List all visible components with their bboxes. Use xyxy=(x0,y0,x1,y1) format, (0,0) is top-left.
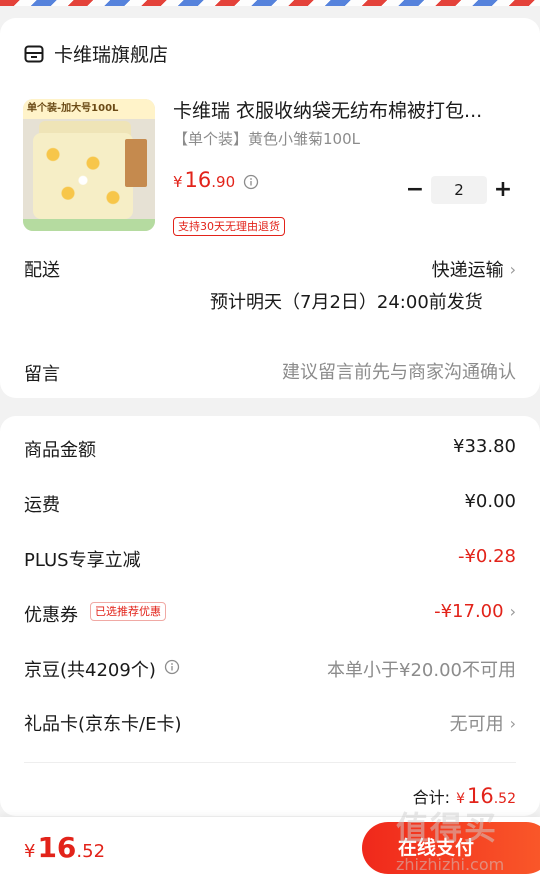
delivery-method[interactable]: 快递运输 › xyxy=(432,256,516,282)
product-image-bag xyxy=(33,133,133,219)
coupon-value: -¥17.00 xyxy=(434,601,504,622)
shipping-label: 运费 xyxy=(24,495,60,516)
delivery-method-text: 快递运输 xyxy=(431,260,504,281)
order-item-card: 卡维瑞旗舰店 单个装-加大号100L 卡维瑞 衣服收纳袋无纺布棉被打包... 【… xyxy=(0,18,540,398)
chevron-right-icon: › xyxy=(509,259,516,279)
increase-quantity-button[interactable]: + xyxy=(490,177,516,203)
price-summary-card: 商品金额 ¥33.80 运费 ¥0.00 PLUS专享立减 -¥0.28 优惠券… xyxy=(0,416,540,816)
coupon-selected-tag: 已选推荐优惠 xyxy=(90,602,166,621)
store-header[interactable]: 卡维瑞旗舰店 xyxy=(24,40,168,67)
goods-amount-label: 商品金额 xyxy=(24,440,96,461)
delivery-estimate: 预计明天（7月2日）24:00前发货 xyxy=(210,292,483,313)
chevron-right-icon: › xyxy=(509,713,516,733)
plus-discount-value: -¥0.28 xyxy=(457,546,516,567)
plus-discount-label: PLUS专享立减 xyxy=(24,550,141,571)
product-price: ¥ 16 .90 xyxy=(173,168,235,192)
product-variant[interactable]: 【单个装】黄色小雏菊100L xyxy=(173,128,360,149)
summary-divider xyxy=(24,762,516,763)
message-input[interactable]: 建议留言前先与商家沟通确认 xyxy=(282,358,516,384)
product-image-cabinet xyxy=(125,139,147,187)
price-currency: ¥ xyxy=(173,173,183,191)
message-label: 留言 xyxy=(24,364,60,385)
coupon-label: 优惠券 xyxy=(24,605,78,626)
giftcard-value: 无可用 xyxy=(449,714,504,735)
checkout-decimal: .52 xyxy=(76,841,106,862)
quantity-input[interactable]: 2 xyxy=(431,176,487,204)
return-policy-badge: 支持30天无理由退货 xyxy=(173,217,285,236)
jingdou-label: 京豆(共4209个) xyxy=(24,660,156,681)
product-image[interactable]: 单个装-加大号100L xyxy=(23,99,155,231)
giftcard-label: 礼品卡(京东卡/E卡) xyxy=(24,714,182,735)
checkout-integer: 16 xyxy=(37,831,77,864)
price-integer: 16 xyxy=(184,168,212,192)
giftcard-selector[interactable]: 无可用 › xyxy=(450,710,516,736)
watermark-url: zhizhizhi.com xyxy=(396,855,505,874)
price-info-icon[interactable] xyxy=(243,174,259,194)
watermark-logo: 值得买 xyxy=(396,809,499,847)
goods-amount-value: ¥33.80 xyxy=(453,436,516,457)
jingdou-row: 京豆(共4209个) xyxy=(24,656,180,682)
delivery-label: 配送 xyxy=(24,260,60,281)
chevron-right-icon: › xyxy=(509,602,516,621)
store-icon xyxy=(24,45,44,63)
checkout-price: ¥ 16 .52 xyxy=(24,831,105,864)
product-image-tag: 单个装-加大号100L xyxy=(23,99,155,119)
jingdou-info-icon[interactable] xyxy=(164,659,180,680)
site-watermark: 值得买 zhizhizhi.com xyxy=(396,803,540,883)
product-image-footer xyxy=(23,219,155,231)
coupon-selector[interactable]: -¥17.00 › xyxy=(434,601,516,622)
decrease-quantity-button[interactable]: − xyxy=(402,177,428,203)
jingdou-value: 本单小于¥20.00不可用 xyxy=(327,660,516,681)
checkout-currency: ¥ xyxy=(24,841,36,862)
airmail-border xyxy=(0,0,540,6)
product-title[interactable]: 卡维瑞 衣服收纳袋无纺布棉被打包... xyxy=(173,96,508,123)
store-name: 卡维瑞旗舰店 xyxy=(54,44,169,66)
quantity-stepper: − 2 + xyxy=(402,176,516,204)
price-decimal: .90 xyxy=(211,173,236,191)
shipping-value: ¥0.00 xyxy=(464,491,516,512)
